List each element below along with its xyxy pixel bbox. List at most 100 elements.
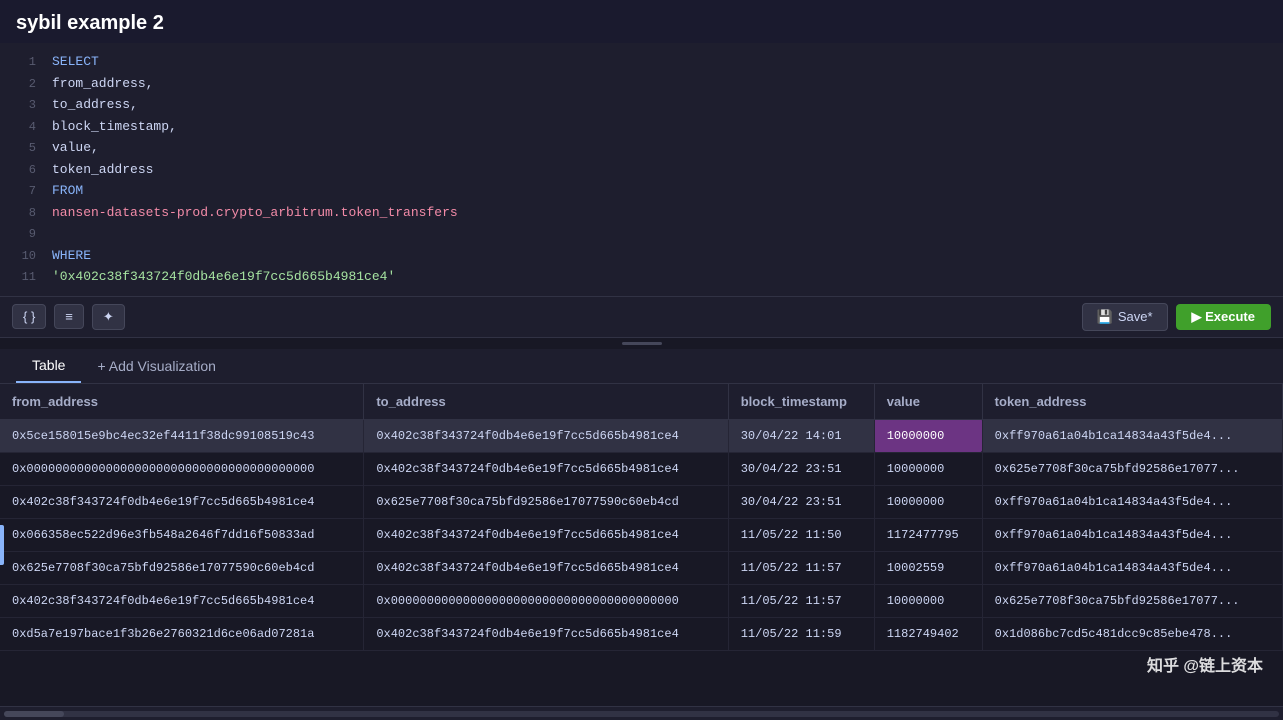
cell-block-timestamp: 11/05/22 11:50 (728, 518, 874, 551)
cell-token-address: 0xff970a61a04b1ca14834a43f5de4... (982, 551, 1282, 584)
code-line: 1 SELECT (0, 51, 1283, 73)
column-header-value[interactable]: value (874, 384, 982, 420)
line-number: 2 (8, 75, 36, 93)
cell-token-address: 0x1d086bc7cd5c481dcc9c85ebe478... (982, 617, 1282, 650)
code-line: 9 (0, 223, 1283, 245)
list-format-btn[interactable]: ≡ (54, 304, 84, 329)
table-container[interactable]: from_addressto_addressblock_timestampval… (0, 384, 1283, 707)
cell-value: 10000000 (874, 584, 982, 617)
table-row[interactable]: 0x00000000000000000000000000000000000000… (0, 452, 1283, 485)
star-btn[interactable]: ✦ (92, 304, 125, 330)
line-number: 4 (8, 118, 36, 136)
save-button[interactable]: 💾 Save* (1082, 303, 1168, 331)
tab-table[interactable]: Table (16, 349, 81, 383)
line-number: 7 (8, 182, 36, 200)
cell-block-timestamp: 11/05/22 11:57 (728, 584, 874, 617)
watermark: 知乎 @链上资本 (1147, 652, 1263, 676)
cell-token-address: 0xff970a61a04b1ca14834a43f5de4... (982, 419, 1282, 452)
code-line: 5 value, (0, 137, 1283, 159)
code-line: 3 to_address, (0, 94, 1283, 116)
table-row[interactable]: 0xd5a7e197bace1f3b26e2760321d6ce06ad0728… (0, 617, 1283, 650)
column-header-from-address[interactable]: from_address (0, 384, 364, 420)
code-token-identifier: to_address, (52, 95, 138, 115)
code-line: 2 from_address, (0, 73, 1283, 95)
cell-block-timestamp: 30/04/22 14:01 (728, 419, 874, 452)
cell-block-timestamp: 30/04/22 23:51 (728, 452, 874, 485)
code-token-identifier: block_timestamp, (52, 117, 177, 137)
column-header-token-address[interactable]: token_address (982, 384, 1282, 420)
cell-token-address: 0x625e7708f30ca75bfd92586e17077... (982, 584, 1282, 617)
code-token-keyword: FROM (52, 181, 83, 201)
cell-block-timestamp: 11/05/22 11:57 (728, 551, 874, 584)
cell-from-address: 0xd5a7e197bace1f3b26e2760321d6ce06ad0728… (0, 617, 364, 650)
code-token-identifier: value, (52, 138, 99, 158)
cell-to-address: 0x625e7708f30ca75bfd92586e17077590c60eb4… (364, 485, 728, 518)
cell-to-address: 0x402c38f343724f0db4e6e19f7cc5d665b4981c… (364, 551, 728, 584)
cell-from-address: 0x066358ec522d96e3fb548a2646f7dd16f50833… (0, 518, 364, 551)
line-number: 3 (8, 96, 36, 114)
horizontal-scroll-thumb[interactable] (4, 711, 64, 717)
drag-handle[interactable] (0, 338, 1283, 349)
code-token-keyword: WHERE (52, 246, 91, 266)
code-token-string: '0x402c38f343724f0db4e6e19f7cc5d665b4981… (52, 267, 395, 287)
line-number: 6 (8, 161, 36, 179)
drag-handle-bar (622, 342, 662, 345)
code-token-identifier: from_address, (52, 74, 153, 94)
cell-from-address: 0x402c38f343724f0db4e6e19f7cc5d665b4981c… (0, 485, 364, 518)
table-row[interactable]: 0x625e7708f30ca75bfd92586e17077590c60eb4… (0, 551, 1283, 584)
code-token-keyword: SELECT (52, 52, 99, 72)
code-line: 4 block_timestamp, (0, 116, 1283, 138)
line-number: 1 (8, 53, 36, 71)
execute-button[interactable]: ▶ Execute (1176, 304, 1271, 330)
cell-from-address: 0x625e7708f30ca75bfd92586e17077590c60eb4… (0, 551, 364, 584)
page-wrapper: sybil example 2 1SELECT2 from_address,3 … (0, 0, 1283, 720)
cell-to-address: 0x402c38f343724f0db4e6e19f7cc5d665b4981c… (364, 452, 728, 485)
code-line: 10 WHERE (0, 245, 1283, 267)
bottom-scrollbar[interactable] (0, 706, 1283, 720)
table-row[interactable]: 0x402c38f343724f0db4e6e19f7cc5d665b4981c… (0, 485, 1283, 518)
page-title: sybil example 2 (0, 0, 1283, 43)
cell-to-address: 0x402c38f343724f0db4e6e19f7cc5d665b4981c… (364, 419, 728, 452)
code-token-table: nansen-datasets-prod.crypto_arbitrum.tok… (52, 203, 458, 223)
cell-block-timestamp: 30/04/22 23:51 (728, 485, 874, 518)
table-header-row: from_addressto_addressblock_timestampval… (0, 384, 1283, 420)
cell-value: 10000000 (874, 419, 982, 452)
cell-block-timestamp: 11/05/22 11:59 (728, 617, 874, 650)
cell-to-address: 0x402c38f343724f0db4e6e19f7cc5d665b4981c… (364, 518, 728, 551)
cell-value: 10000000 (874, 485, 982, 518)
left-indicator (0, 525, 4, 565)
code-line: 7 FROM (0, 180, 1283, 202)
cell-value: 1172477795 (874, 518, 982, 551)
cell-token-address: 0xff970a61a04b1ca14834a43f5de4... (982, 485, 1282, 518)
line-number: 10 (8, 247, 36, 265)
table-row[interactable]: 0x066358ec522d96e3fb548a2646f7dd16f50833… (0, 518, 1283, 551)
save-icon: 💾 (1097, 309, 1113, 325)
code-line: 11 '0x402c38f343724f0db4e6e19f7cc5d665b4… (0, 266, 1283, 288)
line-number: 11 (8, 268, 36, 286)
cell-token-address: 0xff970a61a04b1ca14834a43f5de4... (982, 518, 1282, 551)
cell-from-address: 0x5ce158015e9bc4ec32ef4411f38dc99108519c… (0, 419, 364, 452)
cell-to-address: 0x402c38f343724f0db4e6e19f7cc5d665b4981c… (364, 617, 728, 650)
column-header-to-address[interactable]: to_address (364, 384, 728, 420)
tabs-bar: Table + Add Visualization (0, 349, 1283, 384)
line-number: 9 (8, 225, 36, 243)
results-area: Table + Add Visualization from_addressto… (0, 349, 1283, 720)
code-line: 8 nansen-datasets-prod.crypto_arbitrum.t… (0, 202, 1283, 224)
cell-value: 10002559 (874, 551, 982, 584)
tab-add-visualization[interactable]: + Add Visualization (81, 350, 231, 382)
cell-from-address: 0x402c38f343724f0db4e6e19f7cc5d665b4981c… (0, 584, 364, 617)
cell-from-address: 0x00000000000000000000000000000000000000… (0, 452, 364, 485)
toolbar: { } ≡ ✦ 💾 Save* ▶ Execute (0, 297, 1283, 338)
code-token-identifier: token_address (52, 160, 153, 180)
cell-token-address: 0x625e7708f30ca75bfd92586e17077... (982, 452, 1282, 485)
line-number: 5 (8, 139, 36, 157)
cell-to-address: 0x00000000000000000000000000000000000000… (364, 584, 728, 617)
cell-value: 10000000 (874, 452, 982, 485)
sql-editor: 1SELECT2 from_address,3 to_address,4 blo… (0, 43, 1283, 297)
column-header-block-timestamp[interactable]: block_timestamp (728, 384, 874, 420)
json-format-btn[interactable]: { } (12, 304, 46, 329)
table-row[interactable]: 0x402c38f343724f0db4e6e19f7cc5d665b4981c… (0, 584, 1283, 617)
horizontal-scroll-track[interactable] (4, 711, 1279, 717)
cell-value: 1182749402 (874, 617, 982, 650)
table-row[interactable]: 0x5ce158015e9bc4ec32ef4411f38dc99108519c… (0, 419, 1283, 452)
